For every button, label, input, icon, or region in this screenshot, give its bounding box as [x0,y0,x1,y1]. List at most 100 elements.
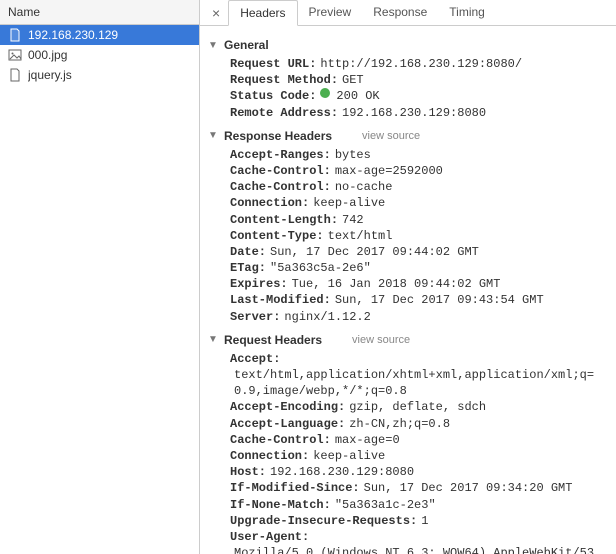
header-row: Content-Type:text/html [230,228,608,244]
header-value: Mozilla/5.0 (Windows NT 6.3; WOW64) Appl… [234,545,608,554]
header-key: ETag: [230,260,266,276]
header-key: Upgrade-Insecure-Requests: [230,513,417,529]
header-key: Accept: [230,351,280,367]
header-key: Cache-Control: [230,179,331,195]
header-row: Accept-Language:zh-CN,zh;q=0.8 [230,416,608,432]
headers-content: ▼ General Request URL:http://192.168.230… [200,26,616,554]
header-value: "5a363c5a-2e6" [270,260,371,276]
header-value: 1 [421,513,428,529]
view-source-link[interactable]: view source [362,130,420,142]
header-key: Host: [230,464,266,480]
header-row: Connection:keep-alive [230,195,608,211]
header-row: If-Modified-Since:Sun, 17 Dec 2017 09:34… [230,480,608,496]
file-name: 000.jpg [28,48,67,62]
header-row: Cache-Control:max-age=2592000 [230,163,608,179]
header-key: Server: [230,309,280,325]
header-value: Tue, 16 Jan 2018 09:44:02 GMT [292,276,501,292]
header-row: Host:192.168.230.129:8080 [230,464,608,480]
header-key: Cache-Control: [230,432,331,448]
header-key: Last-Modified: [230,292,331,308]
header-row: Content-Length:742 [230,212,608,228]
status-dot-icon [320,88,330,98]
tab-timing[interactable]: Timing [438,0,496,25]
header-row: Cache-Control:no-cache [230,179,608,195]
header-row: Accept-Ranges:bytes [230,147,608,163]
header-row: Status Code: 200 OK [230,88,608,104]
header-value: Sun, 17 Dec 2017 09:44:02 GMT [270,244,479,260]
document-icon [8,28,22,42]
tabs-row: × HeadersPreviewResponseTiming [200,0,616,26]
header-row: Upgrade-Insecure-Requests:1 [230,513,608,529]
header-row: Accept-Encoding:gzip, deflate, sdch [230,399,608,415]
header-value: text/html,application/xhtml+xml,applicat… [234,367,608,399]
section-general-header[interactable]: ▼ General [208,38,608,52]
header-value: http://192.168.230.129:8080/ [320,56,522,72]
details-panel: × HeadersPreviewResponseTiming ▼ General… [200,0,616,554]
header-value: no-cache [335,179,393,195]
section-title: Request Headers [224,333,322,347]
header-key: Content-Type: [230,228,324,244]
view-source-link[interactable]: view source [352,334,410,346]
header-value: 742 [342,212,364,228]
header-value: 192.168.230.129:8080 [270,464,414,480]
header-value: text/html [328,228,393,244]
list-item[interactable]: jquery.js [0,65,199,85]
chevron-down-icon: ▼ [208,130,218,141]
image-icon [8,48,22,62]
section-request-header[interactable]: ▼ Request Headers view source [208,333,608,347]
header-value: Sun, 17 Dec 2017 09:34:20 GMT [364,480,573,496]
header-value: max-age=0 [335,432,400,448]
header-key: Date: [230,244,266,260]
header-key: Accept-Language: [230,416,345,432]
header-row: Request Method:GET [230,72,608,88]
header-key: User-Agent: [230,529,309,545]
list-item[interactable]: 192.168.230.129 [0,25,199,45]
header-key: Remote Address: [230,105,338,121]
header-value: keep-alive [313,448,385,464]
sidebar: Name 192.168.230.129 000.jpg jquery.js [0,0,200,554]
header-value: 192.168.230.129:8080 [342,105,486,121]
tab-preview[interactable]: Preview [298,0,363,25]
header-key: Request Method: [230,72,338,88]
header-key: Accept-Encoding: [230,399,345,415]
header-value: bytes [335,147,371,163]
file-list: 192.168.230.129 000.jpg jquery.js [0,25,199,554]
document-icon [8,68,22,82]
header-value: max-age=2592000 [335,163,443,179]
sidebar-header: Name [0,0,199,25]
header-value: zh-CN,zh;q=0.8 [349,416,450,432]
header-key: Request URL: [230,56,316,72]
header-value: "5a363a1c-2e3" [335,497,436,513]
list-item[interactable]: 000.jpg [0,45,199,65]
header-row: Connection:keep-alive [230,448,608,464]
header-row: Remote Address:192.168.230.129:8080 [230,105,608,121]
header-row: User-Agent:Mozilla/5.0 (Windows NT 6.3; … [230,529,608,554]
header-key: Status Code: [230,88,316,104]
header-row: If-None-Match:"5a363a1c-2e3" [230,497,608,513]
header-row: ETag:"5a363c5a-2e6" [230,260,608,276]
header-value: gzip, deflate, sdch [349,399,486,415]
header-key: Connection: [230,448,309,464]
header-row: Server:nginx/1.12.2 [230,309,608,325]
header-value: nginx/1.12.2 [284,309,370,325]
tab-response[interactable]: Response [362,0,438,25]
header-row: Date:Sun, 17 Dec 2017 09:44:02 GMT [230,244,608,260]
close-icon[interactable]: × [204,1,228,25]
header-row: Last-Modified:Sun, 17 Dec 2017 09:43:54 … [230,292,608,308]
header-key: Cache-Control: [230,163,331,179]
section-response-header[interactable]: ▼ Response Headers view source [208,129,608,143]
chevron-down-icon: ▼ [208,334,218,345]
header-key: If-Modified-Since: [230,480,360,496]
response-rows: Accept-Ranges:bytesCache-Control:max-age… [208,147,608,325]
header-key: Content-Length: [230,212,338,228]
header-row: Request URL:http://192.168.230.129:8080/ [230,56,608,72]
chevron-down-icon: ▼ [208,40,218,51]
request-rows: Accept:text/html,application/xhtml+xml,a… [208,351,608,554]
header-row: Cache-Control:max-age=0 [230,432,608,448]
header-value: Sun, 17 Dec 2017 09:43:54 GMT [335,292,544,308]
header-value: 200 OK [336,88,379,104]
header-key: Accept-Ranges: [230,147,331,163]
file-name: jquery.js [28,68,72,82]
header-row: Accept:text/html,application/xhtml+xml,a… [230,351,608,400]
tab-headers[interactable]: Headers [228,0,297,26]
